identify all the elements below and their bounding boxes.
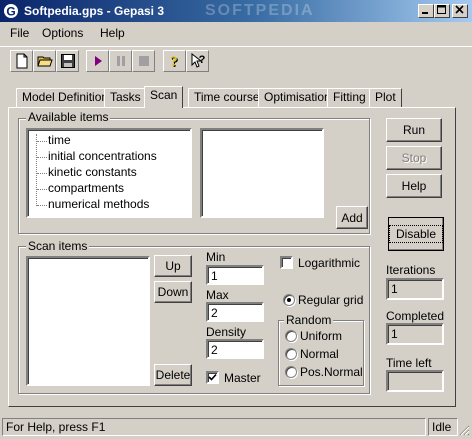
time-left-field [386,370,444,392]
completed-label: Completed [386,309,445,323]
title-bar[interactable]: G Softpedia.gps - Gepasi 3 SOFTPEDIA [0,0,472,22]
completed-field: 1 [386,323,444,345]
iterations-field: 1 [386,278,444,300]
logarithmic-checkbox[interactable] [280,256,293,269]
tab-optimisation[interactable]: Optimisation [258,88,337,107]
status-state: Idle [428,418,458,436]
max-label: Max [206,288,229,302]
menu-options[interactable]: Options [42,26,83,40]
pause-toolbar-button[interactable] [109,50,132,72]
uniform-label: Uniform [300,329,343,343]
tree-item-kinetic-constants[interactable]: kinetic constants [48,165,137,179]
tree-item-initial-concentrations[interactable]: initial concentrations [48,149,157,163]
resize-grip-icon[interactable] [458,424,470,436]
time-left-label: Time left [386,356,432,370]
pause-icon [116,56,125,66]
normal-radio[interactable] [285,348,297,360]
menu-help[interactable]: Help [100,26,125,40]
menu-file[interactable]: File [10,26,29,40]
max-input[interactable]: 2 [206,302,264,322]
svg-text:?: ? [170,54,178,69]
scan-items-list[interactable] [26,256,150,386]
new-file-icon [16,53,27,69]
softpedia-watermark: SOFTPEDIA [205,2,315,19]
min-value: 1 [211,269,218,283]
available-items-label: Available items [26,110,111,124]
play-icon [94,56,102,66]
tab-time-course[interactable]: Time course [188,88,266,107]
help-button[interactable]: Help [386,174,442,198]
pos-normal-radio[interactable] [285,366,297,378]
iterations-label: Iterations [386,263,436,277]
checkmark-icon [208,373,217,381]
run-toolbar-button[interactable] [86,50,109,72]
min-label: Min [206,250,226,264]
stop-toolbar-button[interactable] [132,50,155,72]
radio-selected-dot [287,298,291,302]
open-button[interactable] [33,50,56,72]
status-message: For Help, press F1 [2,418,426,436]
random-group-label: Random [284,313,334,327]
tab-scan[interactable]: Scan [144,86,184,108]
tab-model-definition[interactable]: Model Definition [16,88,115,107]
density-label: Density [206,325,247,339]
delete-button[interactable]: Delete [154,364,192,386]
stop-icon [138,56,149,66]
help-question-icon: ?? [170,54,179,69]
selected-items-list[interactable] [200,128,324,218]
save-button[interactable] [56,50,79,72]
logarithmic-label: Logarithmic [298,256,361,270]
tree-branch [37,173,47,174]
tree-branch [37,157,47,158]
help-toolbar-button[interactable]: ?? [163,50,186,72]
minimize-button[interactable] [418,4,434,18]
normal-label: Normal [300,347,339,361]
tab-tasks[interactable]: Tasks [104,88,147,107]
gepasi-app-icon[interactable]: G [3,3,19,19]
toolbar: ?? ? [0,46,472,74]
disable-button[interactable]: Disable [388,217,444,251]
tree-item-compartments[interactable]: compartments [48,181,124,195]
floppy-disk-icon [60,54,75,68]
new-file-button[interactable] [10,50,33,72]
master-label: Master [224,371,261,385]
close-button[interactable] [452,4,468,18]
master-checkbox[interactable] [206,371,219,384]
regular-grid-radio[interactable] [283,294,295,306]
down-button[interactable]: Down [154,281,192,303]
open-folder-icon [36,56,53,67]
tab-fitting[interactable]: Fitting [327,88,372,107]
density-input[interactable]: 2 [206,339,264,359]
window-title: Softpedia.gps - Gepasi 3 [24,4,165,18]
regular-grid-label: Regular grid [298,293,364,307]
context-help-button[interactable]: ? [186,50,209,72]
scan-items-label: Scan items [26,239,90,253]
max-value: 2 [211,306,218,320]
tree-connector [36,134,37,206]
svg-text:G: G [6,5,15,19]
svg-text:?: ? [198,54,205,66]
stop-button[interactable]: Stop [386,146,442,170]
maximize-button[interactable] [434,4,450,18]
tree-branch [37,189,47,190]
tree-branch [37,141,47,142]
available-items-tree[interactable]: time initial concentrations kinetic cons… [26,128,192,218]
min-input[interactable]: 1 [206,265,264,285]
tree-item-time[interactable]: time [48,133,71,147]
tree-item-numerical-methods[interactable]: numerical methods [48,197,149,211]
uniform-radio[interactable] [285,330,297,342]
completed-value: 1 [391,327,398,341]
tree-branch [37,205,47,206]
iterations-value: 1 [391,282,398,296]
up-button[interactable]: Up [154,255,192,277]
run-button[interactable]: Run [386,118,442,142]
density-value: 2 [211,343,218,357]
tab-plot[interactable]: Plot [369,88,402,107]
add-button[interactable]: Add [336,206,368,229]
menu-bar: File Options Help [0,22,472,44]
pos-normal-label: Pos.Normal [300,365,363,379]
disable-button-label: Disable [388,225,444,243]
context-help-icon: ? [191,53,205,68]
